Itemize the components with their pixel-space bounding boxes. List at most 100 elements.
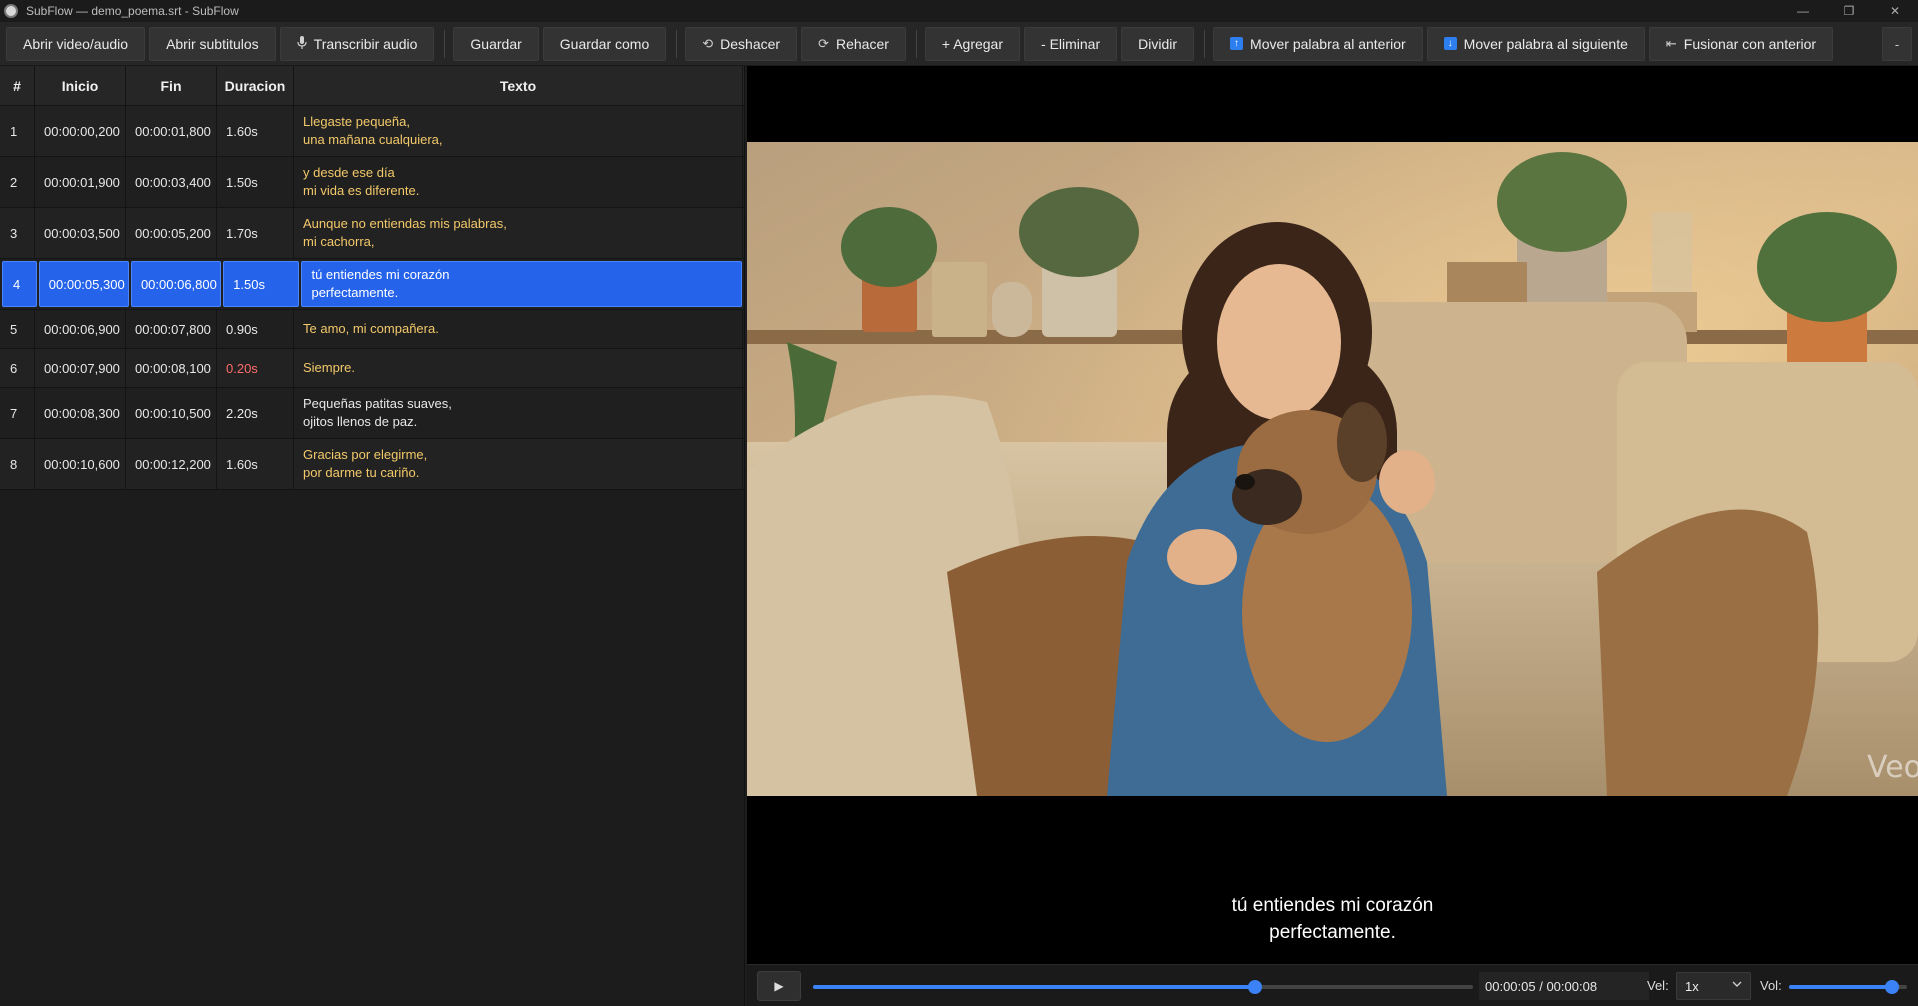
watermark: Veo [1867, 750, 1918, 785]
cell-number[interactable]: 3 [0, 208, 35, 258]
header-end[interactable]: Fin [126, 66, 217, 105]
cell-text[interactable]: Aunque no entiendas mis palabras, mi cach… [294, 208, 743, 258]
cell-start[interactable]: 00:00:10,600 [35, 439, 126, 489]
speed-select[interactable]: 1x [1676, 972, 1751, 1000]
transcribe-audio-label: Transcribir audio [313, 35, 418, 52]
delete-button[interactable]: - Eliminar [1024, 26, 1118, 61]
cell-text[interactable]: Llegaste pequeña, una mañana cualquiera, [294, 106, 743, 156]
cell-duration[interactable]: 1.60s [217, 106, 294, 156]
volume-handle[interactable] [1884, 980, 1899, 994]
redo-button[interactable]: ⟳ Rehacer [801, 26, 906, 61]
cell-number[interactable]: 5 [0, 310, 35, 348]
table-row-selected[interactable]: 4 00:00:05,300 00:00:06,800 1.50s tú ent… [0, 259, 744, 310]
cell-start[interactable]: 00:00:06,900 [35, 310, 126, 348]
header-number[interactable]: # [0, 66, 35, 105]
header-text[interactable]: Texto [294, 66, 743, 105]
undo-icon: ⟲ [702, 35, 714, 51]
redo-icon: ⟳ [818, 35, 829, 51]
move-word-prev-button[interactable]: ↑ Mover palabra al anterior [1213, 26, 1423, 61]
arrow-up-icon: ↑ [1230, 37, 1244, 50]
cell-text[interactable]: Gracias por elegirme, por darme tu cariño… [294, 439, 743, 489]
cell-text[interactable]: Siempre. [294, 349, 743, 387]
text-line: Gracias por elegirme, [303, 447, 428, 462]
merge-icon: ⇤ [1665, 35, 1677, 51]
split-button[interactable]: Dividir [1121, 26, 1195, 61]
text-line: Siempre. [303, 360, 356, 375]
cell-start[interactable]: 00:00:05,300 [38, 261, 129, 307]
cell-duration[interactable]: 1.60s [217, 439, 294, 489]
subtitle-table: # Inicio Fin Duracion Texto 1 00:00:00,2… [0, 66, 745, 1006]
cell-number[interactable]: 2 [0, 157, 35, 207]
cell-number[interactable]: 7 [0, 388, 35, 438]
video-preview[interactable]: Veo tú entiendes mi corazón perfectament… [747, 66, 1918, 964]
table-row[interactable]: 5 00:00:06,900 00:00:07,800 0.90s Te amo… [0, 310, 744, 349]
cell-text[interactable]: y desde ese día mi vida es diferente. [294, 157, 743, 207]
toolbar: Abrir video/audio Abrir subtitulos Trans… [0, 22, 1918, 66]
cell-end[interactable]: 00:00:10,500 [126, 388, 217, 438]
text-line: perfectamente. [311, 285, 399, 300]
merge-prev-label: Fusionar con anterior [1683, 35, 1817, 52]
cell-start[interactable]: 00:00:00,200 [35, 106, 126, 156]
table-row[interactable]: 2 00:00:01,900 00:00:03,400 1.50s y desd… [0, 157, 744, 208]
cell-number[interactable]: 6 [0, 349, 35, 387]
cell-number[interactable]: 1 [0, 106, 35, 156]
redo-label: Rehacer [835, 35, 889, 52]
table-row[interactable]: 1 00:00:00,200 00:00:01,800 1.60s Llegas… [0, 106, 744, 157]
save-as-button[interactable]: Guardar como [542, 26, 667, 61]
open-video-button[interactable]: Abrir video/audio [6, 26, 146, 61]
cell-end[interactable]: 00:00:01,800 [126, 106, 217, 156]
seek-slider[interactable] [813, 980, 1473, 994]
cell-duration[interactable]: 1.50s [217, 157, 294, 207]
text-line: una mañana cualquiera, [303, 132, 443, 147]
toolbar-overflow-button[interactable]: - [1882, 27, 1912, 61]
cell-end[interactable]: 00:00:05,200 [126, 208, 217, 258]
text-line: Aunque no entiendas mis palabras, [303, 216, 507, 231]
cell-duration[interactable]: 1.70s [217, 208, 294, 258]
table-row[interactable]: 7 00:00:08,300 00:00:10,500 2.20s Pequeñ… [0, 388, 744, 439]
cell-end[interactable]: 00:00:07,800 [126, 310, 217, 348]
text-line: y desde ese día [303, 165, 395, 180]
open-video-label: Abrir video/audio [23, 35, 129, 52]
cell-end[interactable]: 00:00:03,400 [126, 157, 217, 207]
cell-start[interactable]: 00:00:01,900 [35, 157, 126, 207]
close-button[interactable]: ✕ [1872, 0, 1918, 22]
video-frame: Veo [747, 142, 1918, 796]
move-word-next-button[interactable]: ↓ Mover palabra al siguiente [1426, 26, 1645, 61]
merge-prev-button[interactable]: ⇤ Fusionar con anterior [1648, 26, 1834, 61]
cell-text[interactable]: Te amo, mi compañera. [294, 310, 743, 348]
header-duration[interactable]: Duracion [217, 66, 294, 105]
cell-end[interactable]: 00:00:08,100 [126, 349, 217, 387]
play-button[interactable]: ▶ [757, 970, 801, 1001]
cell-text[interactable]: Pequeñas patitas suaves, ojitos llenos de… [294, 388, 743, 438]
cell-duration[interactable]: 2.20s [217, 388, 294, 438]
cell-end[interactable]: 00:00:12,200 [126, 439, 217, 489]
seek-handle[interactable] [1248, 980, 1263, 994]
play-icon: ▶ [774, 978, 784, 993]
cell-number[interactable]: 4 [2, 261, 37, 307]
subtitle-line: tú entiendes mi corazón [1231, 895, 1434, 916]
cell-duration[interactable]: 0.90s [217, 310, 294, 348]
cell-end[interactable]: 00:00:06,800 [130, 261, 222, 307]
title-bar: SubFlow — demo_poema.srt - SubFlow — ❐ ✕ [0, 0, 1918, 22]
cell-number[interactable]: 8 [0, 439, 35, 489]
cell-duration[interactable]: 1.50s [223, 261, 300, 307]
open-subtitles-label: Abrir subtitulos [166, 35, 259, 52]
header-start[interactable]: Inicio [35, 66, 126, 105]
table-row[interactable]: 3 00:00:03,500 00:00:05,200 1.70s Aunque… [0, 208, 744, 259]
cell-start[interactable]: 00:00:03,500 [35, 208, 126, 258]
maximize-button[interactable]: ❐ [1826, 0, 1872, 22]
microphone-icon [297, 35, 307, 52]
cell-start[interactable]: 00:00:07,900 [35, 349, 126, 387]
transcribe-audio-button[interactable]: Transcribir audio [279, 26, 435, 61]
minimize-button[interactable]: — [1780, 0, 1826, 22]
add-button[interactable]: + Agregar [924, 26, 1021, 61]
cell-duration-warning[interactable]: 0.20s [217, 349, 294, 387]
undo-button[interactable]: ⟲ Deshacer [685, 26, 798, 61]
table-row[interactable]: 6 00:00:07,900 00:00:08,100 0.20s Siempr… [0, 349, 744, 388]
save-button[interactable]: Guardar [453, 26, 539, 61]
cell-start[interactable]: 00:00:08,300 [35, 388, 126, 438]
open-subtitles-button[interactable]: Abrir subtitulos [149, 26, 276, 61]
table-row[interactable]: 8 00:00:10,600 00:00:12,200 1.60s Gracia… [0, 439, 744, 490]
volume-slider[interactable] [1789, 980, 1907, 994]
cell-text[interactable]: tú entiendes mi corazón perfectamente. [301, 261, 743, 307]
